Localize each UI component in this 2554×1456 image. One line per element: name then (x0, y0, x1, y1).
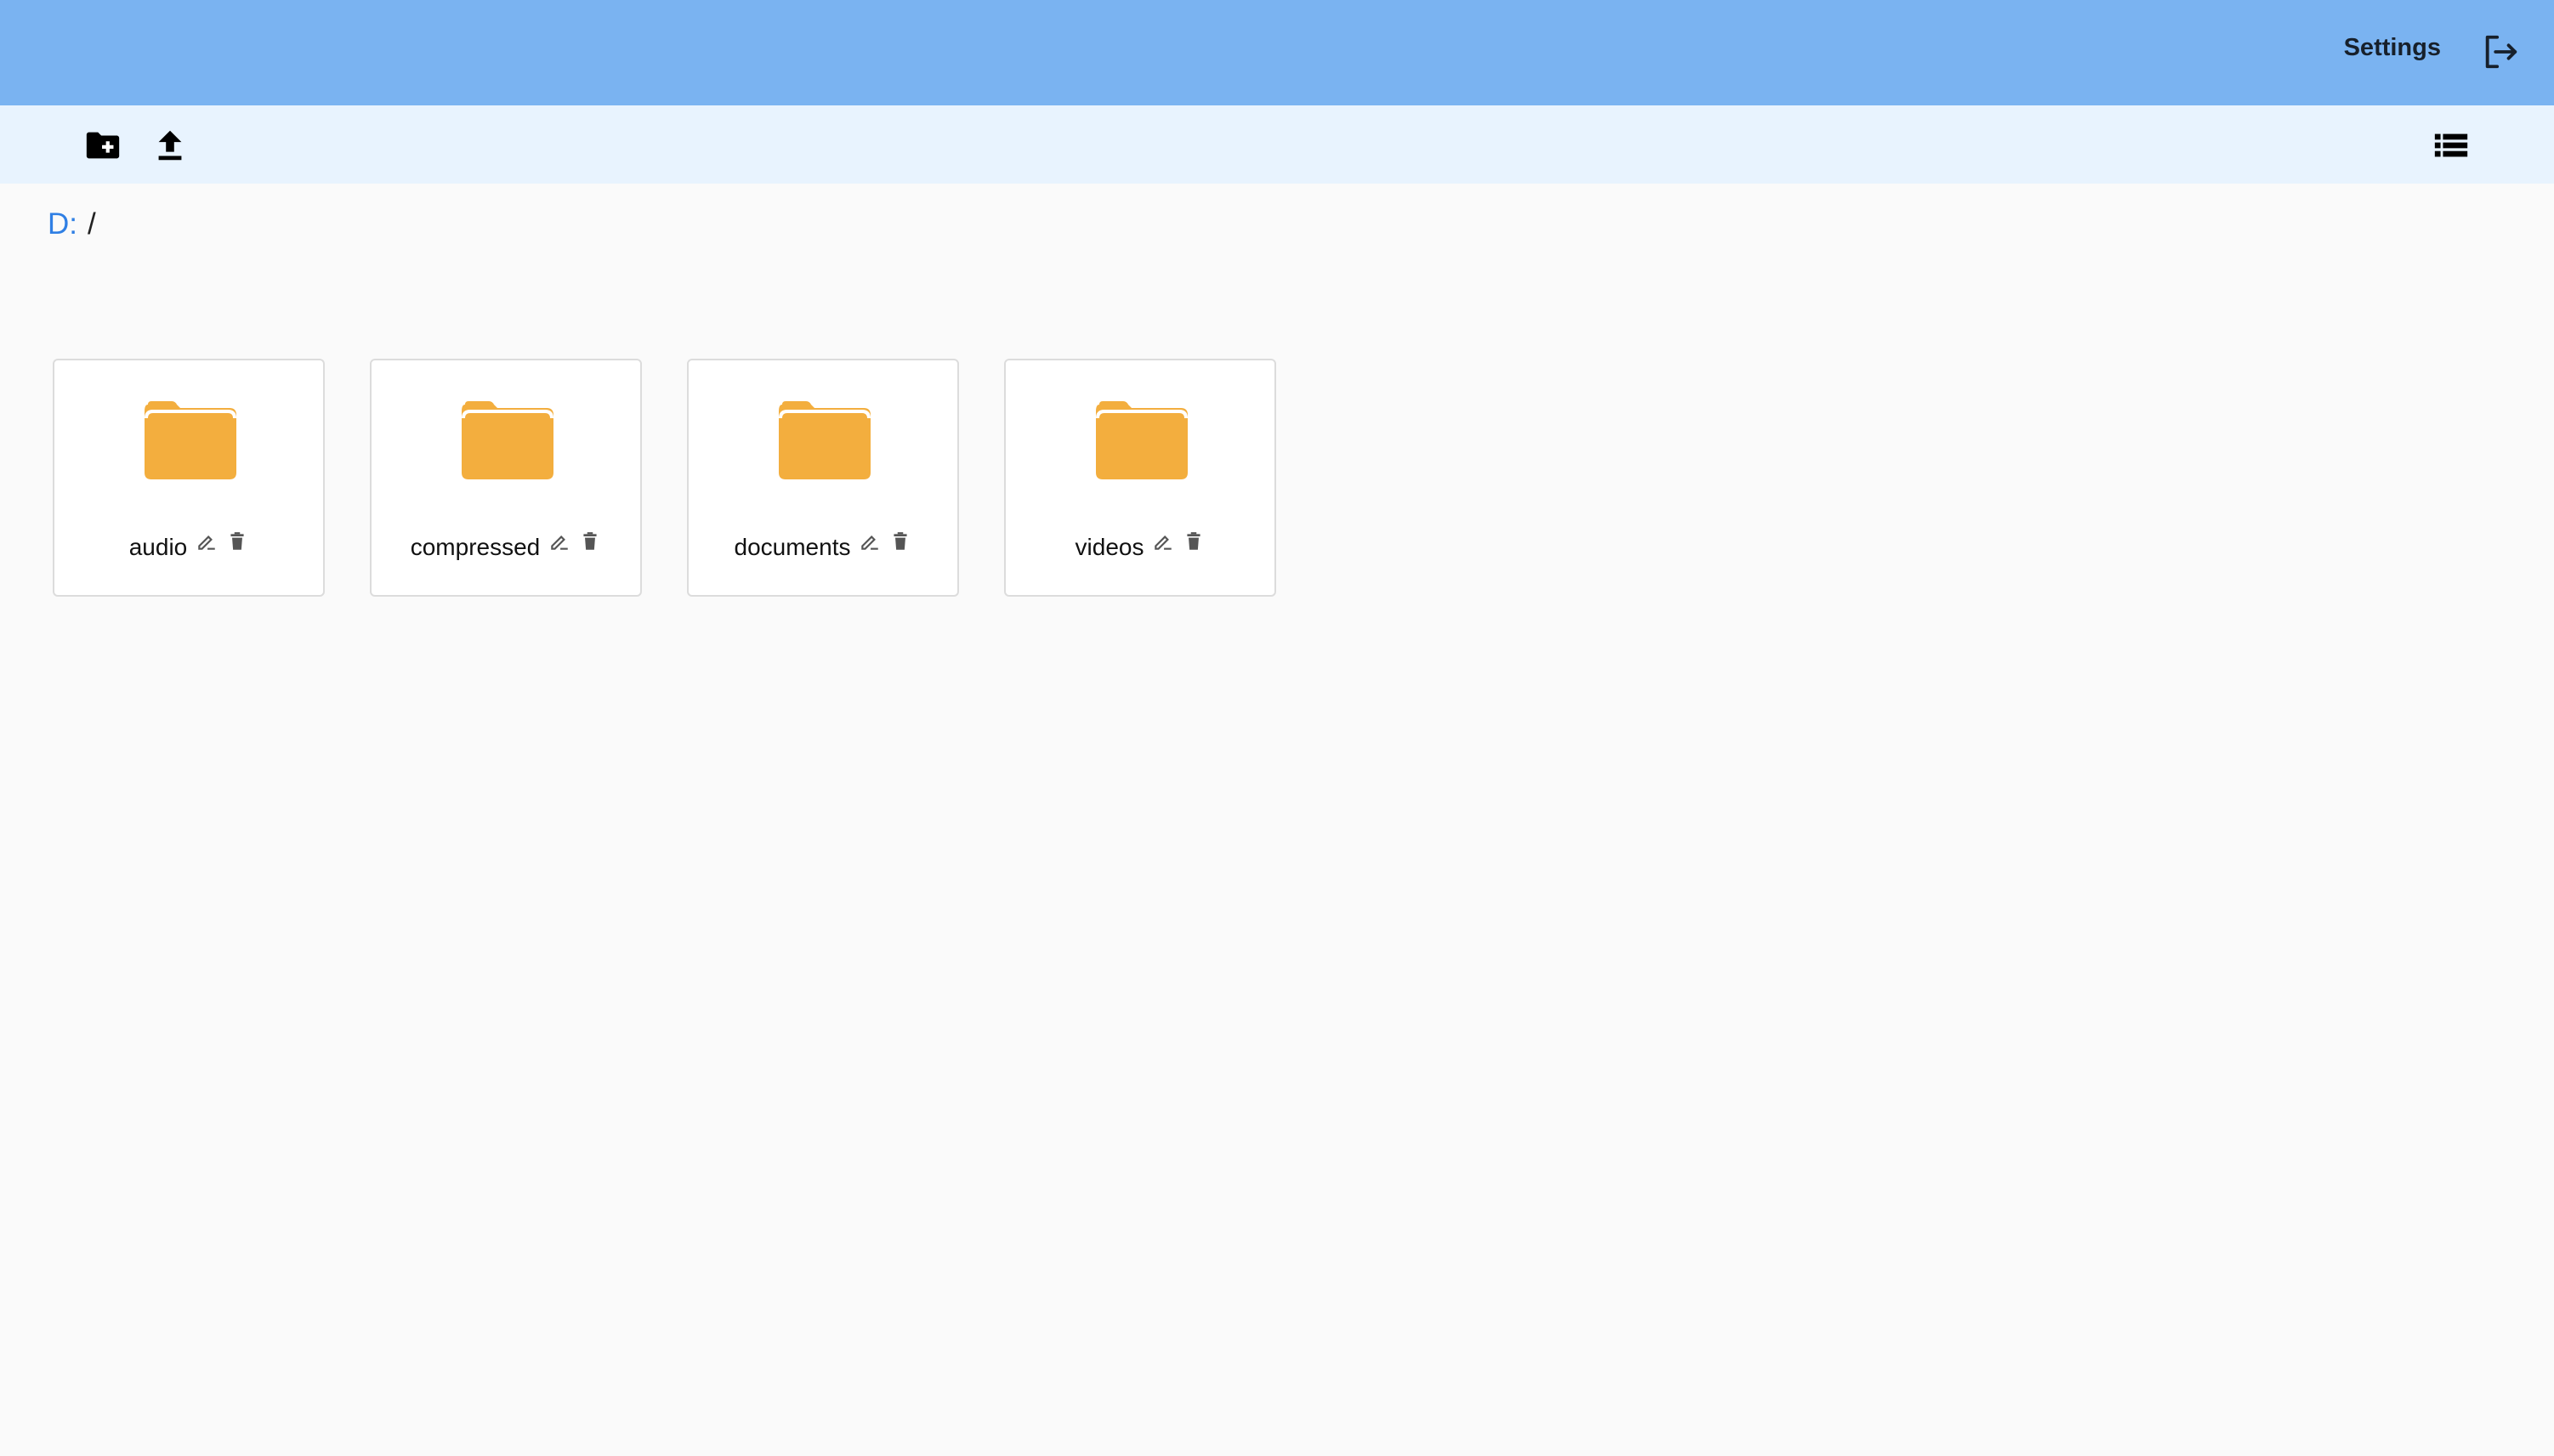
folder-card[interactable]: audio (53, 359, 325, 597)
delete-icon[interactable] (1183, 530, 1205, 552)
folder-name: documents (734, 534, 851, 560)
rename-icon[interactable] (859, 530, 881, 552)
folder-name: videos (1075, 534, 1144, 560)
folder-card[interactable]: videos (1004, 359, 1276, 597)
delete-icon[interactable] (579, 530, 601, 552)
folder-card[interactable]: documents (687, 359, 959, 597)
rename-icon[interactable] (548, 530, 570, 552)
folder-name: audio (128, 534, 188, 560)
toolbar (0, 105, 2554, 184)
logout-icon[interactable] (2481, 32, 2520, 71)
breadcrumb: D: / (48, 207, 96, 241)
delete-icon[interactable] (889, 530, 911, 552)
folder-card[interactable]: compressed (370, 359, 642, 597)
list-view-icon[interactable] (2432, 126, 2471, 165)
settings-link[interactable]: Settings (2344, 34, 2441, 62)
delete-icon[interactable] (226, 530, 248, 552)
rename-icon[interactable] (1152, 530, 1174, 552)
folder-grid: audio compressed documents videos (53, 359, 1276, 597)
folder-icon (1096, 401, 1188, 479)
breadcrumb-drive[interactable]: D: (48, 207, 77, 241)
create-new-folder-icon[interactable] (83, 126, 122, 165)
folder-icon (779, 401, 871, 479)
rename-icon[interactable] (196, 530, 218, 552)
folder-name: compressed (410, 534, 541, 560)
app-header: Settings (0, 0, 2554, 105)
upload-icon[interactable] (150, 126, 190, 165)
breadcrumb-separator: / (88, 207, 96, 241)
folder-icon (145, 401, 236, 479)
folder-icon (462, 401, 553, 479)
